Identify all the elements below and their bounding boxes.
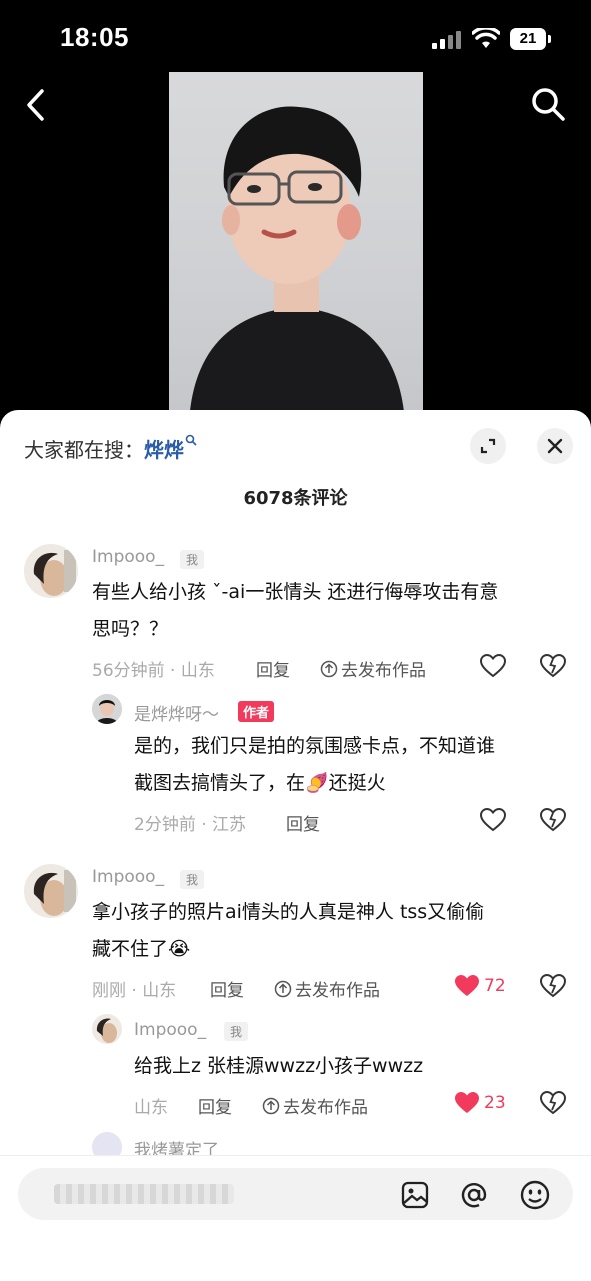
hot-search-bar[interactable]: 大家都在搜：烨烨: [24, 434, 197, 463]
child-portrait-image: [189, 106, 405, 422]
search-icon: [185, 434, 197, 446]
reply-button[interactable]: 回复: [256, 656, 290, 681]
comment-text: 拿小孩子的照片ai情头的人真是神人 tss又偷偷 藏不住了😭: [92, 894, 484, 968]
search-icon[interactable]: [530, 86, 566, 122]
avatar[interactable]: [92, 1014, 122, 1044]
heart-icon[interactable]: [480, 808, 506, 832]
heart-icon[interactable]: [480, 654, 506, 678]
publish-label: 去发布作品: [283, 1098, 368, 1118]
self-tag: 我: [180, 550, 205, 569]
comment-text-line: 拿小孩子的照片ai情头的人真是神人 tss又偷偷: [92, 901, 485, 923]
publish-work-button[interactable]: 去发布作品: [274, 976, 380, 1001]
comment-input[interactable]: [18, 1168, 573, 1220]
avatar[interactable]: [92, 694, 122, 724]
dislike-heart-icon[interactable]: [540, 1091, 566, 1115]
expand-icon: [480, 438, 496, 454]
publish-work-button[interactable]: 去发布作品: [320, 656, 426, 681]
comment-username[interactable]: 是烨烨呀～: [134, 700, 219, 725]
like-count: 72: [484, 976, 506, 996]
self-tag: 我: [224, 1022, 249, 1041]
comment-meta: 山东: [134, 1098, 168, 1118]
publish-icon: [274, 980, 292, 997]
publish-label: 去发布作品: [295, 981, 380, 1001]
hot-search-label: 大家都在搜：: [24, 438, 144, 462]
close-icon: [547, 438, 563, 454]
wifi-icon: [472, 28, 500, 48]
comment-meta: 56分钟前 · 山东: [92, 661, 215, 681]
comment-text-line: 给我上z 张桂源wwzz小孩子wwzz: [134, 1055, 424, 1077]
like-button[interactable]: 23: [454, 1091, 506, 1115]
dislike-heart-icon[interactable]: [540, 974, 566, 998]
comment-username[interactable]: Impooo_: [134, 1020, 206, 1040]
comment-text-line: 思吗？？: [92, 618, 169, 640]
comment-meta: 2分钟前 · 江苏: [134, 815, 247, 835]
signal-icon: [432, 31, 461, 49]
comment-text-line: 是的，我们只是拍的氛围感卡点，不知道谁: [134, 735, 496, 757]
battery-indicator: 21: [510, 28, 551, 50]
comment-username[interactable]: Impooo_: [92, 547, 164, 567]
publish-label: 去发布作品: [341, 661, 426, 681]
self-tag: 我: [180, 870, 205, 889]
heart-icon: [455, 975, 479, 996]
author-tag: 作者: [238, 701, 275, 722]
at-icon[interactable]: [458, 1179, 490, 1211]
avatar[interactable]: [24, 544, 78, 598]
close-button[interactable]: [537, 428, 573, 464]
back-icon[interactable]: [24, 88, 48, 122]
comment-text: 给我上z 张桂源wwzz小孩子wwzz: [134, 1048, 423, 1085]
comment-count: 6078条评论: [243, 488, 348, 509]
comment-text-line: 有些人给小孩 ˇ-ai一张情头 还进行侮辱攻击有意: [92, 581, 499, 603]
like-button[interactable]: 72: [454, 974, 506, 998]
emoji-icon[interactable]: [519, 1179, 551, 1211]
comment-text-line: 截图去搞情头了，在🍠还挺火: [134, 772, 386, 794]
image-icon[interactable]: [400, 1180, 430, 1210]
reply-button[interactable]: 回复: [198, 1093, 232, 1118]
publish-icon: [320, 660, 338, 677]
like-count: 23: [484, 1093, 506, 1113]
hot-search-keyword[interactable]: 烨烨: [144, 438, 184, 462]
comment-meta: 刚刚 · 山东: [92, 981, 177, 1001]
avatar[interactable]: [24, 864, 78, 918]
dislike-heart-icon[interactable]: [540, 808, 566, 832]
comment-text: 是的，我们只是拍的氛围感卡点，不知道谁 截图去搞情头了，在🍠还挺火: [134, 728, 495, 802]
publish-icon: [262, 1097, 280, 1114]
input-placeholder-blurred: [54, 1184, 234, 1204]
reply-button[interactable]: 回复: [210, 976, 244, 1001]
post-photo[interactable]: [169, 72, 423, 422]
comment-sheet: 大家都在搜：烨烨 6078条评论 Impooo_ 我 有些人给小孩 ˇ-ai一张…: [0, 410, 591, 1280]
publish-work-button[interactable]: 去发布作品: [262, 1093, 368, 1118]
status-bar: 18:05 21: [0, 0, 591, 80]
reply-button[interactable]: 回复: [286, 810, 320, 835]
comment-username[interactable]: Impooo_: [92, 867, 164, 887]
dislike-heart-icon[interactable]: [540, 654, 566, 678]
comment-text: 有些人给小孩 ˇ-ai一张情头 还进行侮辱攻击有意 思吗？？: [92, 574, 498, 648]
comment-input-bar: [0, 1155, 591, 1281]
status-time: 18:05: [60, 22, 129, 52]
expand-button[interactable]: [470, 428, 506, 464]
comment-text-line: 藏不住了😭: [92, 938, 191, 960]
heart-icon: [455, 1092, 479, 1113]
